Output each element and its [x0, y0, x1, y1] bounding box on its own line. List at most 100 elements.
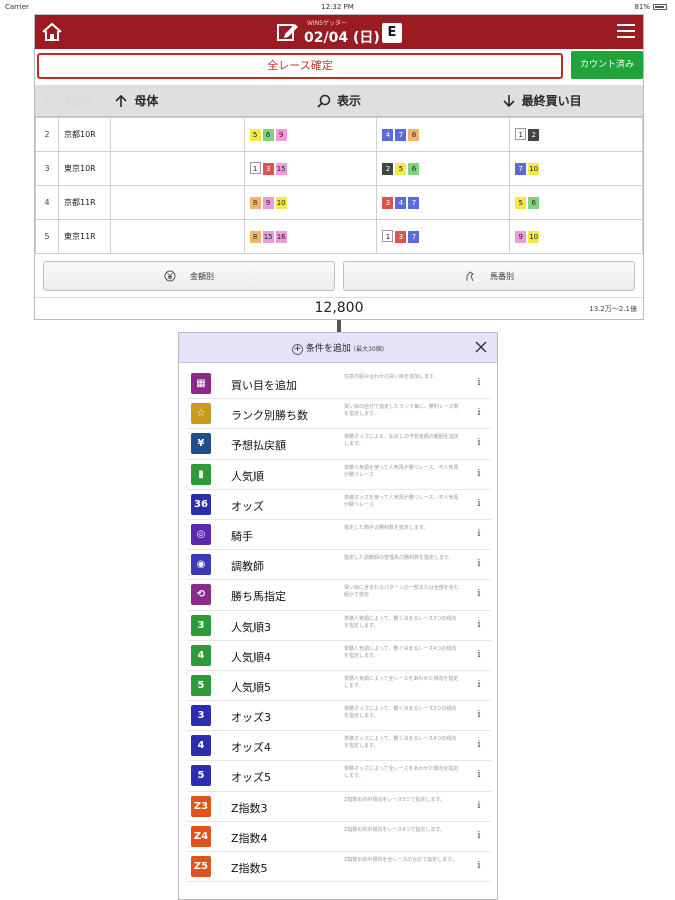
info-icon[interactable]: i: [472, 648, 486, 662]
by-amount-tab[interactable]: 金額別: [43, 261, 335, 291]
total-amount: 12,800: [314, 300, 364, 316]
info-icon[interactable]: i: [472, 376, 486, 390]
condition-label: オッズ4: [231, 741, 271, 755]
condition-item[interactable]: ¥ 予想払戻額 単勝オッズによる、払戻しの予想金額の範囲を指定します。 i: [187, 429, 491, 460]
condition-item[interactable]: 5 オッズ5 単勝オッズによって全レースをあわせた傾向を指定します。 i: [187, 761, 491, 792]
condition-item[interactable]: ⟲ 勝ち馬指定 買い目に含まれるパターンの一部または全部を含む組かで指定 i: [187, 580, 491, 611]
condition-item[interactable]: 4 人気順4 単勝人気順によって、繋ぐ決まるレース4つの傾向を指定します。 i: [187, 641, 491, 671]
horse-number-badge: 10: [275, 196, 287, 209]
info-icon[interactable]: i: [472, 768, 486, 782]
info-icon[interactable]: i: [472, 497, 486, 511]
bet-cell[interactable]: 8 9 10: [243, 185, 378, 220]
condition-item[interactable]: ◎ 騎手 指定した騎手の勝利数を指定します。 i: [187, 520, 491, 551]
horse-number-badge: 15: [262, 230, 274, 243]
info-icon[interactable]: i: [472, 799, 486, 813]
all-races-confirmed-button[interactable]: 全レース確定: [37, 53, 563, 79]
condition-item[interactable]: Z5 Z指数5 Z指数の的中傾向を全レースの合計で指定します。 i: [187, 852, 491, 883]
race-memo-cell[interactable]: [109, 117, 245, 152]
info-icon[interactable]: i: [472, 738, 486, 752]
condition-item[interactable]: Z3 Z指数3 Z指数の的中傾向をレース3つで指定します。 i: [187, 792, 491, 822]
condition-description: Z指数の的中傾向をレース3つで指定します。: [344, 796, 445, 803]
yen-icon: ¥: [191, 433, 211, 455]
condition-label: オッズ: [231, 499, 264, 513]
plus-icon: +: [291, 344, 303, 355]
condition-item[interactable]: ▦ 買い目を追加 任意の組み合わせの買い目を追加します。 i: [187, 369, 491, 400]
bet-cell[interactable]: 478: [376, 117, 511, 152]
ticket-icon: ▦: [191, 373, 211, 394]
condition-item[interactable]: ▮ 人気順 単勝人気順を使って人気馬が勝つレース、不人気馬が勝つレース i: [187, 460, 491, 490]
arrow-up-icon: [115, 94, 127, 107]
info-icon[interactable]: i: [472, 708, 486, 722]
condition-label: 人気順4: [231, 650, 271, 664]
info-icon[interactable]: i: [472, 436, 486, 450]
counted-button[interactable]: カウント済み: [571, 51, 643, 79]
bet-cell[interactable]: 1 3 15: [243, 151, 378, 186]
condition-label: 人気順3: [231, 620, 271, 634]
app-header: WIN5ゲッター 02/04 (日) E: [35, 15, 643, 49]
bet-cell[interactable]: 569: [243, 117, 378, 152]
bet-cell[interactable]: 9 10: [509, 219, 643, 254]
by-horse-number-tab[interactable]: 馬番別: [343, 261, 635, 291]
sort-base-button[interactable]: 母体: [35, 85, 238, 116]
race-number: 5: [35, 219, 59, 254]
condition-description: 買い目に含まれるパターンの一部または全部を含む組かで指定: [344, 585, 459, 599]
view-button[interactable]: 表示: [238, 85, 441, 116]
info-icon[interactable]: i: [472, 678, 486, 692]
condition-item[interactable]: ☆ ランク別勝ち数 買い目の自分で指定したランク毎に、勝利レース数を指定します。 i: [187, 399, 491, 430]
trainer-icon: ◉: [191, 554, 211, 576]
info-icon[interactable]: i: [472, 406, 486, 420]
status-bar: Carrier 12:32 PM 81%: [0, 0, 675, 14]
info-icon[interactable]: i: [472, 618, 486, 632]
condition-label: 予想払戻額: [231, 439, 286, 453]
table-row[interactable]: 4 京都11R 8 9 10 3 4 7 5 6: [35, 185, 643, 220]
horse-number-badge: 7: [408, 196, 420, 209]
grade-badge[interactable]: E: [382, 23, 402, 43]
bet-cell[interactable]: 256: [376, 151, 511, 186]
condition-item[interactable]: ◉ 調教師 指定した調教師の管理馬の勝利数を指定します。 i: [187, 550, 491, 581]
bet-cell[interactable]: 56: [509, 185, 643, 220]
info-icon[interactable]: i: [472, 829, 486, 843]
condition-item[interactable]: Z4 Z指数4 Z指数の的中傾向をレース4つで指定します。 i: [187, 822, 491, 852]
table-row[interactable]: 3 東京10R 1 3 15 2 5 6 7 10: [35, 151, 643, 186]
bet-cell[interactable]: 137: [376, 219, 511, 254]
bet-cell[interactable]: 347: [376, 185, 511, 220]
info-icon[interactable]: i: [472, 587, 486, 601]
edit-icon[interactable]: [277, 22, 299, 42]
view-label: 表示: [337, 94, 362, 108]
horse-number-badge: 16: [275, 230, 287, 243]
bet-cell[interactable]: 12: [509, 117, 643, 152]
condition-item[interactable]: 4 オッズ4 単勝オッズによって、繋ぐ決まるレース4つの傾向を指定します。 i: [187, 731, 491, 762]
table-row[interactable]: 5 東京11R 8 15 16 1 3 7 9 10: [35, 219, 643, 254]
popularity4-icon: 4: [191, 644, 211, 666]
race-memo-cell[interactable]: [109, 151, 245, 186]
condition-item[interactable]: 5 人気順5 単勝人気順によって全レースをあわせた傾向を指定します。 i: [187, 671, 491, 702]
condition-label: オッズ3: [231, 711, 271, 725]
horse-number-badge: 1: [382, 230, 394, 242]
info-icon[interactable]: i: [472, 467, 486, 481]
condition-item[interactable]: 36 オッズ 単勝オッズを使って人気馬が勝つレース、不人気馬が勝つレース i: [187, 490, 491, 520]
horse-number-badge: 7: [408, 231, 420, 243]
condition-label: 調教師: [231, 560, 264, 574]
race-memo-cell[interactable]: [109, 219, 245, 254]
hamburger-menu-icon[interactable]: [617, 24, 635, 38]
home-icon[interactable]: [41, 22, 63, 42]
condition-item[interactable]: 3 オッズ3 単勝オッズによって、繋ぐ決まるレース3つの傾向を指定します。 i: [187, 701, 491, 732]
info-icon[interactable]: i: [472, 527, 486, 541]
condition-item[interactable]: 3 人気順3 単勝人気順によって、繋ぐ決まるレース3つの傾向を指定します。 i: [187, 611, 491, 641]
horse-number-badge: 8: [408, 128, 420, 141]
horse-number-badge: 3: [262, 163, 274, 175]
horse-number-badge: 9: [515, 230, 527, 243]
race-memo-cell[interactable]: [109, 185, 245, 220]
panel-title: + 条件を追加 (最大30個): [179, 341, 497, 355]
info-icon[interactable]: i: [472, 859, 486, 873]
horse-number-badge: 2: [528, 129, 540, 141]
bet-cell[interactable]: 8 15 16: [243, 219, 378, 254]
condition-description: 単勝オッズによって全レースをあわせた傾向を指定します。: [344, 766, 459, 780]
info-icon[interactable]: i: [472, 557, 486, 571]
race-date[interactable]: 02/04 (日): [304, 27, 380, 47]
final-bets-button[interactable]: 最終買い目: [440, 85, 643, 116]
table-row[interactable]: 2 京都10R 5 6 9 4 7 8 1 2: [35, 117, 643, 152]
close-icon[interactable]: [473, 339, 489, 355]
bet-cell[interactable]: 7 10: [509, 151, 643, 186]
condition-description: 単勝人気順によって全レースをあわせた傾向を指定します。: [344, 675, 459, 689]
